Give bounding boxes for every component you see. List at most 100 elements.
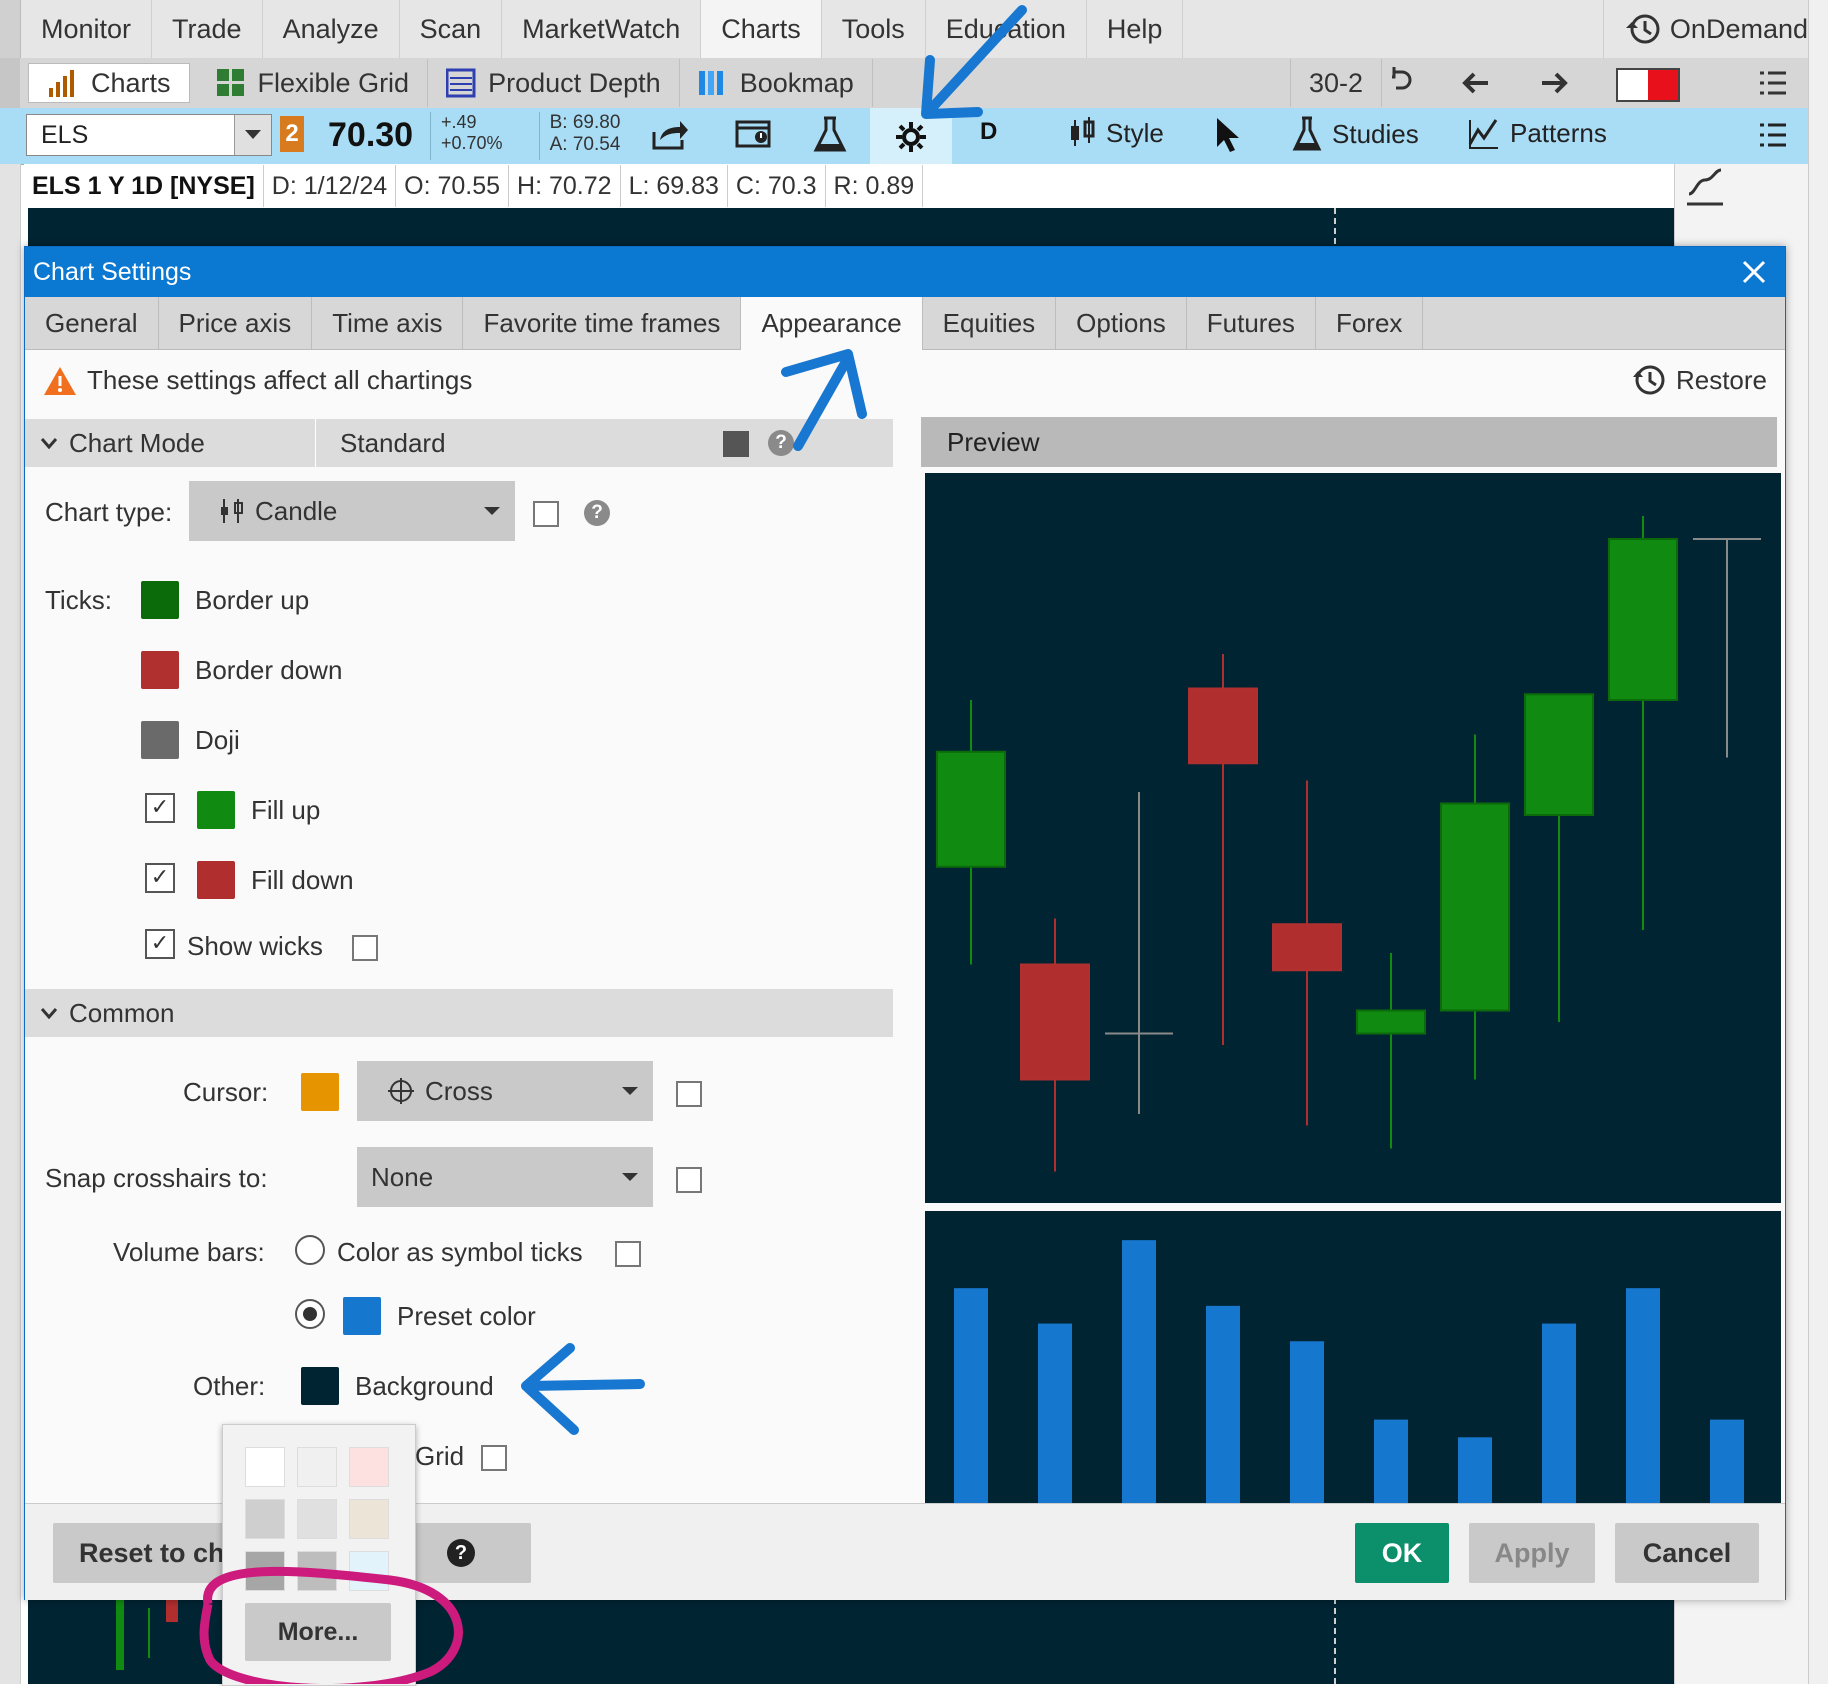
border-down-color-swatch[interactable] [141,651,179,689]
color-option-swatch[interactable] [349,1447,389,1487]
tab-forex[interactable]: Forex [1316,297,1424,349]
volume-preset-color-label: Preset color [397,1301,536,1331]
color-option-swatch[interactable] [297,1499,337,1539]
fill-up-checkbox[interactable]: ✓ [145,793,175,823]
border-up-color-swatch[interactable] [141,581,179,619]
fill-up-color-swatch[interactable] [197,791,235,829]
gear-icon [896,122,926,152]
color-option-swatch[interactable] [297,1551,337,1591]
aggregation-button[interactable]: D [980,118,997,146]
tab-futures[interactable]: Futures [1187,297,1316,349]
toolbar-menu-icon[interactable] [1756,66,1790,100]
link-number-badge[interactable]: 2 [280,116,304,152]
chart-mode-help-icon[interactable]: ? [768,430,794,456]
menu-analyze[interactable]: Analyze [263,0,400,58]
chart-mode-toggle[interactable]: Chart Mode [41,419,205,467]
doji-color-swatch[interactable] [141,721,179,759]
color-option-swatch[interactable] [349,1499,389,1539]
dialog-title-bar: Chart Settings [25,247,1785,297]
chart-settings-gear-button[interactable] [870,108,952,164]
symbol-bar-menu-icon[interactable] [1756,118,1790,152]
fill-down-color-swatch[interactable] [197,861,235,899]
cursor-color-swatch[interactable] [301,1073,339,1111]
volume-preset-color-swatch[interactable] [343,1297,381,1335]
preview-header: Preview [921,417,1777,467]
menu-help[interactable]: Help [1087,0,1184,58]
flexible-grid-button[interactable]: Flexible Grid [198,59,429,107]
chart-mode-popout-icon[interactable] [723,431,749,457]
fill-down-label: Fill down [251,865,354,895]
symbol-dropdown-button[interactable] [234,115,271,155]
tab-general[interactable]: General [25,297,159,349]
doji-label: Doji [195,725,240,755]
color-option-swatch[interactable] [245,1499,285,1539]
menu-scan[interactable]: Scan [400,0,503,58]
ok-button[interactable]: OK [1355,1523,1449,1583]
color-option-swatch[interactable] [349,1551,389,1591]
reset-help-icon[interactable]: ? [447,1539,475,1567]
apply-button[interactable]: Apply [1469,1523,1595,1583]
more-colors-button[interactable]: More... [245,1603,391,1661]
grid-size-button[interactable]: 30-2 [1290,59,1383,107]
volume-preset-color-radio[interactable] [295,1299,325,1329]
symbol-input[interactable]: ELS [26,114,272,156]
snap-popout-icon[interactable] [676,1167,702,1193]
patterns-button[interactable]: Patterns [1468,116,1607,150]
preview-volume-bar [1122,1240,1156,1503]
forward-arrow-icon[interactable] [1536,66,1570,100]
cancel-button[interactable]: Cancel [1615,1523,1759,1583]
color-option-swatch[interactable] [245,1447,285,1487]
menu-monitor[interactable]: Monitor [21,0,153,58]
drawing-tool-icon[interactable] [1683,164,1727,208]
volume-color-as-ticks-radio[interactable] [295,1235,325,1265]
alert-note-icon[interactable] [734,118,774,152]
fill-down-checkbox[interactable]: ✓ [145,863,175,893]
show-wicks-popout-icon[interactable] [352,935,378,961]
preview-candle-body [1524,693,1594,816]
menu-trade[interactable]: Trade [152,0,263,58]
share-icon[interactable] [650,118,690,152]
grid-popout-icon[interactable] [481,1445,507,1471]
show-wicks-checkbox[interactable]: ✓ [145,929,175,959]
tab-time-axis[interactable]: Time axis [312,297,464,349]
background-color-swatch[interactable] [301,1367,339,1405]
style-button[interactable]: Style [1068,116,1164,150]
symbol-value: ELS [41,120,89,149]
common-toggle[interactable]: Common [41,989,174,1037]
tab-favorite-time-frames[interactable]: Favorite time frames [463,297,742,349]
undo-icon[interactable] [1384,66,1418,100]
color-scheme-button[interactable] [1616,68,1680,102]
tab-price-axis[interactable]: Price axis [159,297,313,349]
chart-type-popout-icon[interactable] [533,501,559,527]
tab-equities[interactable]: Equities [923,297,1057,349]
product-depth-button[interactable]: Product Depth [428,59,680,107]
menu-charts[interactable]: Charts [701,0,822,58]
net-change: +.49 [441,112,477,132]
chart-mode-select[interactable]: Standard [315,419,720,467]
cursor-arrow-icon[interactable] [1214,116,1244,154]
menu-marketwatch[interactable]: MarketWatch [502,0,702,58]
color-option-swatch[interactable] [245,1551,285,1591]
menu-education[interactable]: Education [926,0,1087,58]
cursor-style-dropdown[interactable]: Cross [357,1061,653,1121]
cursor-style-value: Cross [425,1075,493,1106]
charts-tab-button[interactable]: Charts [28,63,190,103]
dialog-close-button[interactable] [1741,259,1767,285]
bar-open: O: 70.55 [396,165,510,207]
preview-volume-bar [1626,1288,1660,1503]
restore-button[interactable]: Restore [1632,363,1767,397]
chart-type-help-icon[interactable]: ? [584,500,610,526]
snap-crosshairs-dropdown[interactable]: None [357,1147,653,1207]
cursor-popout-icon[interactable] [676,1081,702,1107]
ondemand-button[interactable]: OnDemand [1602,0,1828,58]
bookmap-button[interactable]: Bookmap [680,59,873,107]
menu-tools[interactable]: Tools [822,0,926,58]
back-arrow-icon[interactable] [1460,66,1494,100]
tab-options[interactable]: Options [1056,297,1187,349]
volume-popout-icon[interactable] [615,1241,641,1267]
studies-button[interactable]: Studies [1292,116,1419,152]
chart-type-dropdown[interactable]: Candle [189,481,515,541]
tab-appearance[interactable]: Appearance [741,296,923,350]
color-option-swatch[interactable] [297,1447,337,1487]
flask-icon[interactable] [812,116,848,154]
